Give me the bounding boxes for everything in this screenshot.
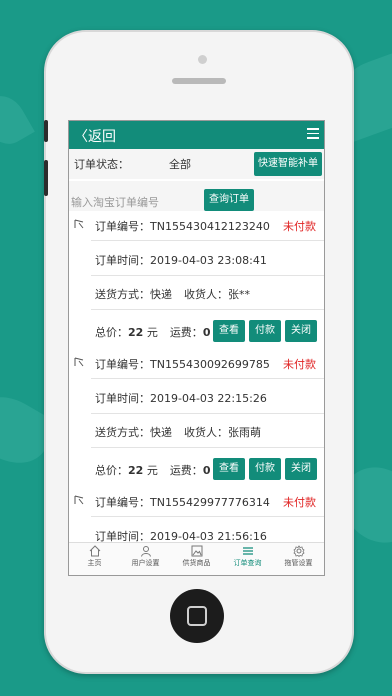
order-total: 总价：22 元运费：0 元: [95, 326, 225, 339]
pay-order-button[interactable]: 付款: [249, 320, 281, 342]
divider: [91, 378, 324, 379]
order-status-badge: 未付款: [283, 496, 316, 509]
image-icon: [191, 545, 202, 557]
order-list: 订单编号：TN155430412123240 未付款 订单时间：2019-04-…: [69, 213, 324, 575]
search-row: 查询订单: [69, 181, 324, 211]
divider: [91, 309, 324, 310]
chevron-left-icon: 〈: [74, 129, 88, 145]
divider: [91, 516, 324, 517]
order-item: 订单编号：TN155430092699785 未付款 订单时间：2019-04-…: [69, 351, 324, 489]
order-time: 订单时间：2019-04-03 22:15:26: [95, 392, 267, 405]
order-number: 订单编号：TN155430092699785: [95, 358, 270, 371]
phone-camera: [198, 55, 207, 64]
user-icon: [140, 546, 151, 557]
view-order-button[interactable]: 查看: [213, 458, 245, 480]
order-number: 订单编号：TN155429977776314: [95, 496, 270, 509]
flag-icon: [74, 495, 84, 505]
flag-icon: [74, 357, 84, 367]
app-screen: 〈返回 订单状态： 全部 快速智能补单 查询订单 订单编号：TN15543041…: [68, 120, 325, 576]
order-total: 总价：22 元运费：0 元: [95, 464, 225, 477]
bottom-tab-bar: 主页 用户设置 供货商品 订单查询 拖管设置: [69, 542, 324, 575]
settings-icon: [292, 545, 305, 557]
view-order-button[interactable]: 查看: [213, 320, 245, 342]
order-number: 订单编号：TN155430412123240: [95, 220, 270, 233]
phone-side-button: [44, 120, 48, 142]
status-label: 订单状态：: [74, 158, 129, 171]
tab-home[interactable]: 主页: [69, 545, 120, 568]
query-order-button[interactable]: 查询订单: [204, 189, 254, 211]
pay-order-button[interactable]: 付款: [249, 458, 281, 480]
top-bar: 〈返回: [69, 121, 324, 149]
order-delivery: 送货方式：快递 收货人：张**: [95, 288, 250, 301]
order-time: 订单时间：2019-04-03 23:08:41: [95, 254, 267, 267]
home-button[interactable]: [170, 589, 224, 643]
quick-order-button[interactable]: 快速智能补单: [254, 152, 322, 176]
background-leaf: [0, 88, 35, 152]
tab-user-settings[interactable]: 用户设置: [120, 545, 171, 568]
phone-speaker: [172, 78, 226, 84]
phone-side-button: [44, 160, 48, 196]
list-icon: [242, 547, 253, 555]
home-icon: [89, 545, 100, 557]
order-status-badge: 未付款: [283, 220, 316, 233]
tab-hosting-settings[interactable]: 拖管设置: [273, 545, 324, 568]
divider: [91, 275, 324, 276]
divider: [91, 240, 324, 241]
status-filter-row: 订单状态： 全部 快速智能补单: [69, 149, 324, 179]
back-label: 返回: [88, 129, 116, 145]
order-item: 订单编号：TN155430412123240 未付款 订单时间：2019-04-…: [69, 213, 324, 351]
status-select[interactable]: 全部: [169, 156, 191, 172]
tab-products[interactable]: 供货商品: [171, 545, 222, 568]
close-order-button[interactable]: 关闭: [285, 458, 317, 480]
order-delivery: 送货方式：快递 收货人：张雨萌: [95, 426, 261, 439]
order-search-input[interactable]: [71, 194, 199, 210]
menu-icon[interactable]: [307, 128, 319, 140]
divider: [91, 413, 324, 414]
order-status-badge: 未付款: [283, 358, 316, 371]
divider: [91, 447, 324, 448]
close-order-button[interactable]: 关闭: [285, 320, 317, 342]
back-button[interactable]: 〈返回: [74, 126, 116, 146]
tab-order-query[interactable]: 订单查询: [222, 545, 273, 568]
flag-icon: [74, 219, 84, 229]
